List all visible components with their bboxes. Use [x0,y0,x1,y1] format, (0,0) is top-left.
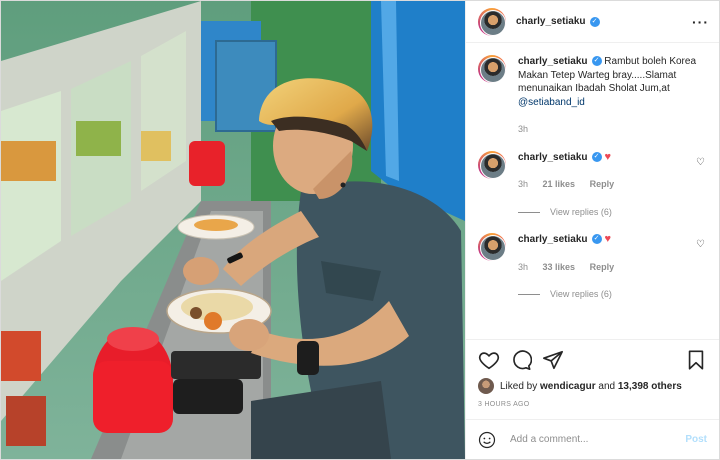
caption-mention-link[interactable]: @setiaband_id [518,97,585,108]
verified-badge-icon: ✓ [591,151,602,162]
instagram-post-modal: charly_setiaku ✓ ··· charly_setiaku ✓ Ram… [0,0,720,460]
comment-likes[interactable]: 21 likes [543,179,576,189]
liked-by: Liked by wendicagur and 13,398 others [478,378,707,394]
verified-badge-icon: ✓ [589,16,600,27]
comment-likes[interactable]: 33 likes [543,262,576,272]
post-side-panel: charly_setiaku ✓ ··· charly_setiaku ✓ Ram… [465,1,719,459]
caption-avatar[interactable] [478,55,506,83]
liked-by-count[interactable]: 13,398 others [618,381,682,392]
red-heart-emoji-icon: ♥ [604,150,612,163]
verified-badge-icon: ✓ [591,56,602,67]
reply-button[interactable]: Reply [590,179,615,189]
add-comment-bar: Post [466,419,719,459]
comment-item: charly_setiaku ✓ ♥ 3h 33 likes Reply View … [478,233,707,302]
like-comment-heart-icon[interactable]: ♡ [696,157,705,168]
author-username[interactable]: charly_setiaku [516,16,586,27]
caption-time: 3h [518,124,529,134]
comment-username[interactable]: charly_setiaku [518,234,588,245]
verified-badge-icon: ✓ [591,234,602,245]
post-header: charly_setiaku ✓ ··· [466,1,719,43]
comment-username[interactable]: charly_setiaku [518,152,588,163]
post-time-ago[interactable]: 3 HOURS AGO [478,401,707,408]
liked-by-prefix: Liked by [500,380,538,392]
comment-time[interactable]: 3h [518,179,528,189]
post-actions: Liked by wendicagur and 13,398 others 3 … [466,339,719,419]
red-heart-emoji-icon: ♥ [604,233,612,245]
emoji-smiley-icon[interactable] [478,431,496,449]
comment-time[interactable]: 3h [518,262,528,272]
liker-avatar[interactable] [478,378,494,394]
like-comment-heart-icon[interactable]: ♡ [696,239,705,250]
liked-by-and: and [598,380,616,392]
more-options-icon[interactable]: ··· [692,14,709,30]
caption: charly_setiaku ✓ Rambut boleh Korea Makan… [478,55,707,137]
reply-button[interactable]: Reply [590,262,615,272]
view-replies-button[interactable]: View replies (6) [518,206,707,220]
bookmark-icon[interactable] [685,349,707,371]
add-comment-input[interactable] [510,434,686,445]
caption-username[interactable]: charly_setiaku [518,56,588,67]
comment-item: charly_setiaku ✓ ♥ 3h 21 likes Reply View … [478,150,707,220]
comments-section[interactable]: charly_setiaku ✓ Rambut boleh Korea Makan… [466,43,719,339]
comment-avatar[interactable] [478,233,506,261]
post-photo-illustration [1,1,465,459]
like-heart-icon[interactable] [478,349,500,371]
view-replies-button[interactable]: View replies (6) [518,288,707,302]
comment-avatar[interactable] [478,150,506,179]
comment-bubble-icon[interactable] [510,349,533,371]
liked-by-user[interactable]: wendicagur [540,381,596,392]
post-photo[interactable] [1,1,465,459]
author-avatar[interactable] [478,7,506,36]
post-comment-button[interactable]: Post [685,434,707,445]
share-paper-plane-icon[interactable] [542,349,564,371]
